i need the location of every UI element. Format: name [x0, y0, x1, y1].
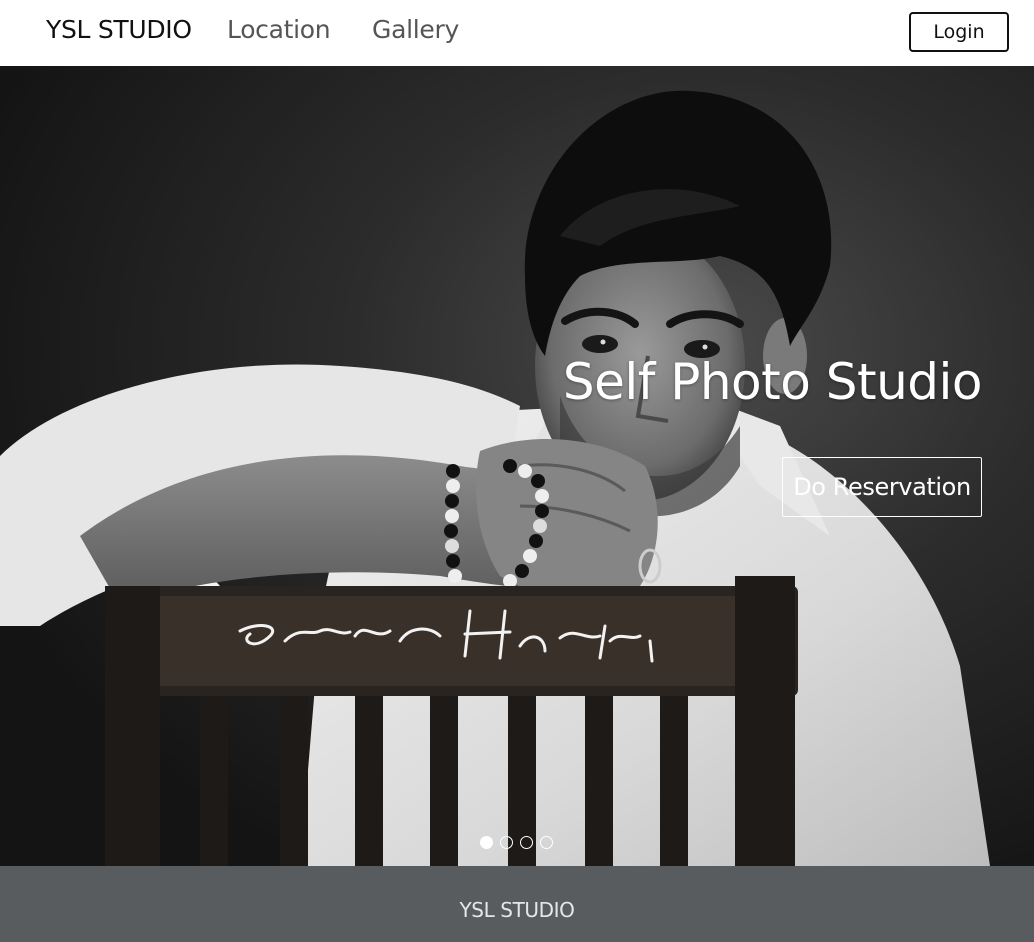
page-footer: YSL STUDIO: [0, 866, 1034, 942]
nav-link-gallery[interactable]: Gallery: [372, 12, 459, 48]
carousel-indicator-dot[interactable]: [520, 836, 533, 849]
carousel-indicator-dot[interactable]: [500, 836, 513, 849]
carousel-indicator-dot[interactable]: [480, 836, 493, 849]
hero-title: Self Photo Studio: [562, 353, 983, 411]
carousel-indicators: [480, 836, 553, 850]
top-navbar: YSL STUDIO Location Gallery Login: [0, 0, 1034, 66]
do-reservation-button[interactable]: Do Reservation: [782, 457, 982, 517]
hero-carousel: Self Photo Studio Do Reservation: [0, 66, 1034, 866]
carousel-indicator-dot[interactable]: [540, 836, 553, 849]
brand-logo-link[interactable]: YSL STUDIO: [46, 12, 192, 48]
nav-link-location[interactable]: Location: [227, 12, 331, 48]
login-button[interactable]: Login: [909, 12, 1009, 52]
footer-brand-text: YSL STUDIO: [459, 898, 575, 922]
